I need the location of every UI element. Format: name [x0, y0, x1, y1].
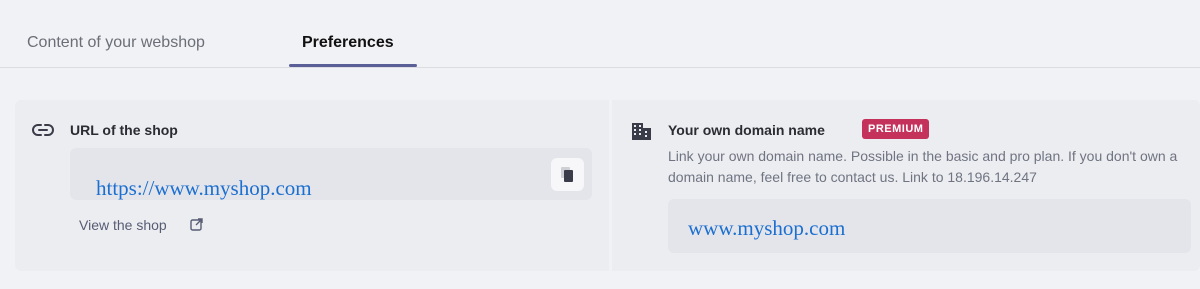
- link-icon: [32, 124, 54, 136]
- view-shop-link[interactable]: View the shop: [79, 217, 167, 233]
- building-icon: [632, 123, 651, 140]
- copy-icon: [561, 167, 573, 182]
- premium-badge: PREMIUM: [862, 119, 930, 139]
- copy-url-button[interactable]: [551, 158, 584, 191]
- url-section-title: URL of the shop: [70, 122, 178, 138]
- shop-url-value: https://www.myshop.com: [96, 176, 312, 200]
- tab-content-of-webshop[interactable]: Content of your webshop: [27, 34, 205, 52]
- external-link-icon[interactable]: [190, 218, 203, 231]
- active-tab-indicator: [289, 64, 417, 67]
- domain-value: www.myshop.com: [688, 216, 846, 240]
- domain-description: Link your own domain name. Possible in t…: [668, 148, 1178, 185]
- domain-section-title: Your own domain name: [668, 122, 825, 138]
- tab-preferences[interactable]: Preferences: [302, 34, 394, 52]
- tab-bar: Content of your webshop Preferences: [0, 0, 1200, 68]
